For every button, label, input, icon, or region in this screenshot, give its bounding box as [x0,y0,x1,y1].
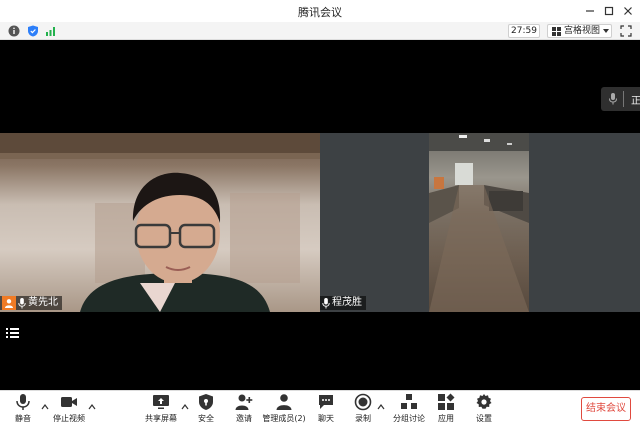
participant-video [429,133,529,312]
caret-up-icon[interactable] [181,403,189,411]
speaking-indicator-label: 正 [631,96,640,107]
speaking-indicator[interactable]: 正 [601,87,640,111]
invite-button[interactable]: 邀请 [232,393,256,426]
caret-up-icon[interactable] [41,403,49,411]
add-user-icon [235,394,253,410]
info-icon[interactable] [8,25,20,37]
end-meeting-button[interactable]: 结束会议 [581,397,631,421]
share-screen-icon [153,395,169,409]
microphone-icon [16,394,30,410]
window-title: 腾讯会议 [298,6,342,19]
shield-icon [199,394,213,410]
settings-label: 设置 [476,414,492,423]
chat-icon [319,395,333,409]
apps-button[interactable]: 应用 [434,393,458,426]
participant-name-tag: 程茂胜 [320,296,366,310]
title-bar: 腾讯会议 [0,0,640,22]
share-screen-label: 共享屏幕 [145,414,177,423]
participant-name: 黄先北 [28,297,58,308]
record-icon [354,393,372,411]
fullscreen-icon[interactable] [620,25,632,37]
maximize-button[interactable] [601,3,617,19]
chat-button[interactable]: 聊天 [314,393,338,426]
manage-members-label: 管理成员(2) [262,414,306,423]
security-button[interactable]: 安全 [194,393,218,426]
microphone-icon [609,93,617,105]
members-icon [276,394,292,410]
record-button[interactable]: 录制 [351,393,375,426]
manage-members-button[interactable]: 管理成员(2) [262,393,306,426]
mute-label: 静音 [15,414,31,423]
caret-down-icon [603,29,609,33]
view-mode-label: 宫格视图 [564,26,601,36]
close-button[interactable] [620,3,636,19]
microphone-icon [322,297,330,309]
close-icon [624,7,632,15]
mute-button[interactable]: 静音 [10,393,36,426]
settings-button[interactable]: 设置 [472,393,496,426]
breakout-rooms-button[interactable]: 分组讨论 [392,393,426,426]
participant-video [0,133,320,312]
shield-icon[interactable] [27,25,39,37]
participant-name-tag: 黄先北 [0,296,62,310]
meeting-timer: 27:59 [508,24,540,38]
microphone-icon [18,297,26,309]
user-badge-icon [2,296,16,310]
participant-name: 程茂胜 [332,297,362,308]
security-label: 安全 [198,414,214,423]
gear-icon [476,394,492,409]
video-tile[interactable]: 黄先北 [0,133,320,312]
share-screen-button[interactable]: 共享屏幕 [143,393,179,426]
maximize-icon [604,6,614,16]
minimize-icon [586,10,594,12]
stop-video-button[interactable]: 停止视频 [52,393,86,426]
stop-video-label: 停止视频 [53,414,85,423]
bottom-control-bar: 静音 停止视频 共享屏幕 安全 邀请 管理成员(2) 聊天 录制 分组讨论 应用 [0,390,640,427]
chat-label: 聊天 [318,414,334,423]
breakout-rooms-icon [401,394,417,409]
apps-icon [438,393,455,410]
meeting-toolbar: 27:59 宫格视图 [0,22,640,40]
video-tile[interactable]: 程茂胜 [320,133,640,312]
breakout-rooms-label: 分组讨论 [393,414,425,423]
video-stage: 正 黄先北 程茂胜 [0,40,640,390]
video-camera-icon [61,397,77,407]
network-signal-icon[interactable] [45,25,57,37]
apps-label: 应用 [438,414,454,423]
grid-icon [552,27,561,36]
minimize-button[interactable] [582,3,598,19]
caret-up-icon[interactable] [88,403,96,411]
caret-up-icon[interactable] [377,403,385,411]
invite-label: 邀请 [236,414,252,423]
view-mode-dropdown[interactable]: 宫格视图 [547,24,612,38]
record-label: 录制 [355,414,371,423]
member-list-icon[interactable] [6,326,20,340]
